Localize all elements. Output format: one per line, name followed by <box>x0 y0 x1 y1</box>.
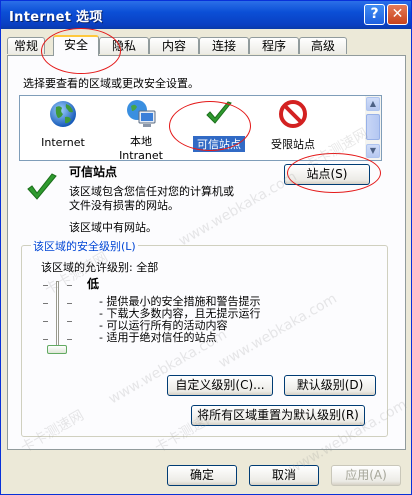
title-bar: Internet 选项 ? ✕ <box>1 1 411 29</box>
tab-programs[interactable]: 程序 <box>249 37 299 54</box>
scroll-down-arrow-icon[interactable]: ▼ <box>366 144 380 158</box>
internet-options-dialog: Internet 选项 ? ✕ 常规 安全 隐私 内容 连接 程序 高级 选择要… <box>0 0 412 495</box>
zone-internet[interactable]: Internet <box>30 98 96 149</box>
zone-internet-label: Internet <box>41 136 85 149</box>
instructions-text: 选择要查看的区域或更改安全设置。 <box>23 77 199 90</box>
computer-network-icon <box>127 100 156 127</box>
zone-local-label2: Intranet <box>119 149 163 162</box>
no-entry-icon <box>279 100 307 128</box>
custom-level-button[interactable]: 自定义级别(C)... <box>167 375 273 396</box>
ok-button[interactable]: 确定 <box>167 465 237 486</box>
tab-content[interactable]: 内容 <box>149 37 199 54</box>
tab-advanced[interactable]: 高级 <box>299 37 347 54</box>
level-name: 低 <box>87 277 100 291</box>
security-level-label: 该区域的安全级别(L) <box>31 238 138 254</box>
globe-icon <box>50 101 76 127</box>
close-button[interactable]: ✕ <box>387 4 408 25</box>
zone-heading: 可信站点 <box>69 165 118 179</box>
scroll-up-arrow-icon[interactable]: ▲ <box>366 97 380 111</box>
help-button[interactable]: ? <box>364 4 385 25</box>
zone-local-intranet[interactable]: 本地 Intranet <box>108 98 174 162</box>
annotation-circle-trusted-zone <box>169 101 251 151</box>
tab-general[interactable]: 常规 <box>7 37 45 54</box>
tab-connections[interactable]: 连接 <box>199 37 249 54</box>
zone-restricted-sites[interactable]: 受限站点 <box>260 98 326 152</box>
default-level-button[interactable]: 默认级别(D) <box>284 375 376 396</box>
window-title: Internet 选项 <box>9 10 103 25</box>
apply-button[interactable]: 应用(A) <box>331 465 401 486</box>
tab-security[interactable]: 安全 <box>53 35 99 56</box>
zone-local-label: 本地 <box>130 135 152 148</box>
zone-scrollbar[interactable]: ▲ ▼ <box>365 96 381 160</box>
zone-description-line2: 文件没有损害的网站。 <box>69 199 179 212</box>
slider-thumb[interactable] <box>47 345 67 354</box>
zone-sites-note: 该区域中有网站。 <box>69 221 157 234</box>
trusted-checkmark-icon <box>27 173 57 200</box>
